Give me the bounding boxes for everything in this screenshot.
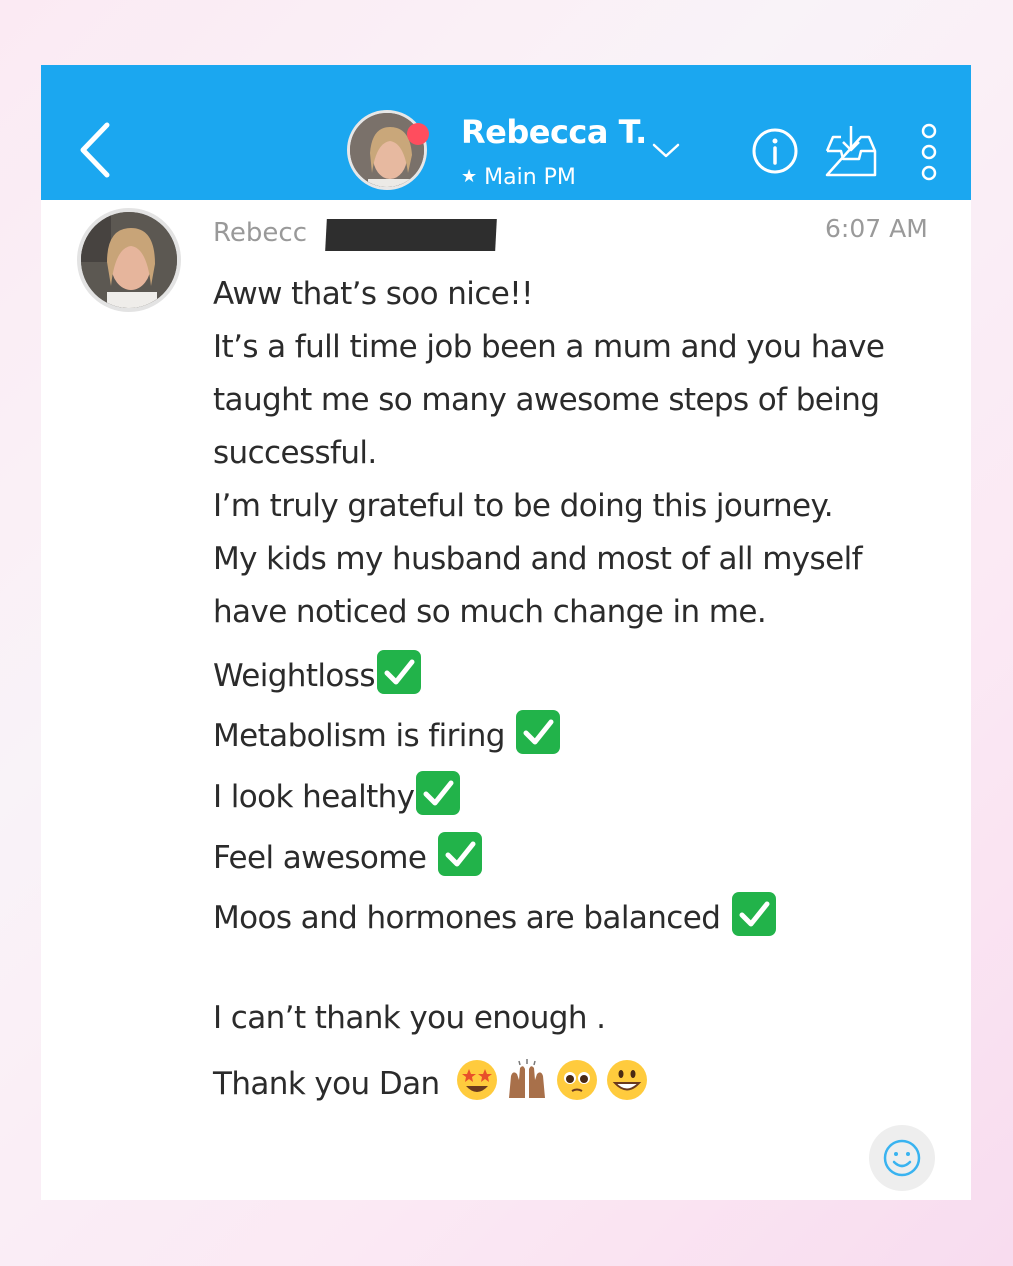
subtitle-text: Main PM [484, 165, 576, 190]
message-line: My kids my husband and most of all mysel… [213, 541, 863, 577]
more-options-button[interactable] [917, 121, 941, 183]
raising-hands-emoji [508, 1059, 545, 1098]
save-to-inbox-button[interactable] [821, 123, 881, 179]
avatar-photo [81, 212, 177, 308]
message-timestamp: 6:07 AM [825, 214, 928, 243]
message-line: Aww that’s soo nice!! [213, 276, 534, 312]
closing-line: Thank you Dan [213, 1058, 649, 1102]
contact-name[interactable]: Rebecca T. [461, 113, 647, 151]
contact-subtitle: ★ Main PM [461, 165, 576, 190]
checklist-text: I look healthy [213, 779, 415, 815]
message-line: successful. [213, 435, 377, 471]
checklist-text: Metabolism is firing [213, 718, 515, 754]
smiley-icon [883, 1139, 921, 1177]
chevron-left-icon [80, 122, 110, 178]
inbox-download-icon [825, 126, 877, 177]
checklist-item: Moos and hormones are balanced [213, 892, 776, 936]
check-mark-button-emoji [731, 892, 776, 936]
checklist-text: Moos and hormones are balanced [213, 900, 730, 936]
checklist-item: Weightloss [213, 650, 421, 694]
sender-name: Rebecc [213, 218, 307, 248]
message-line: taught me so many awesome steps of being [213, 382, 880, 418]
back-button[interactable] [77, 120, 117, 180]
chat-header: Rebecca T. ★ Main PM [41, 65, 971, 200]
pleading-face-emoji [556, 1060, 597, 1100]
message-thread: Rebecc 6:07 AM Aww that’s soo nice!! It’… [41, 200, 971, 1200]
add-reaction-button[interactable] [869, 1125, 935, 1191]
sender-avatar[interactable] [77, 208, 181, 312]
checklist-text: Feel awesome [213, 840, 436, 876]
star-struck-emoji [456, 1060, 497, 1100]
chevron-down-icon[interactable] [651, 141, 681, 161]
info-button[interactable] [751, 127, 799, 175]
check-mark-button-emoji [437, 832, 482, 876]
check-mark-button-emoji [376, 650, 421, 694]
message-line: have noticed so much change in me. [213, 594, 767, 630]
redaction-bar [325, 219, 497, 251]
checklist-text: Weightloss [213, 658, 375, 694]
check-mark-button-emoji [416, 771, 461, 815]
more-vertical-icon [921, 123, 937, 181]
message-line: I’m truly grateful to be doing this jour… [213, 488, 834, 524]
checklist-item: Feel awesome [213, 832, 482, 876]
message-line: It’s a full time job been a mum and you … [213, 329, 885, 365]
chat-window: Rebecca T. ★ Main PM Rebecc 6:07 AM Aww … [41, 65, 971, 1200]
grinning-face-emoji [606, 1060, 647, 1100]
star-icon: ★ [461, 166, 478, 187]
online-status-badge [407, 123, 429, 145]
message-line: Thank you Dan [213, 1066, 449, 1102]
check-mark-button-emoji [516, 710, 561, 754]
contact-avatar[interactable] [347, 110, 427, 190]
checklist-item: I look healthy [213, 771, 461, 815]
checklist-item: Metabolism is firing [213, 710, 561, 754]
message-line: I can’t thank you enough . [213, 1000, 606, 1036]
info-icon [752, 128, 798, 174]
